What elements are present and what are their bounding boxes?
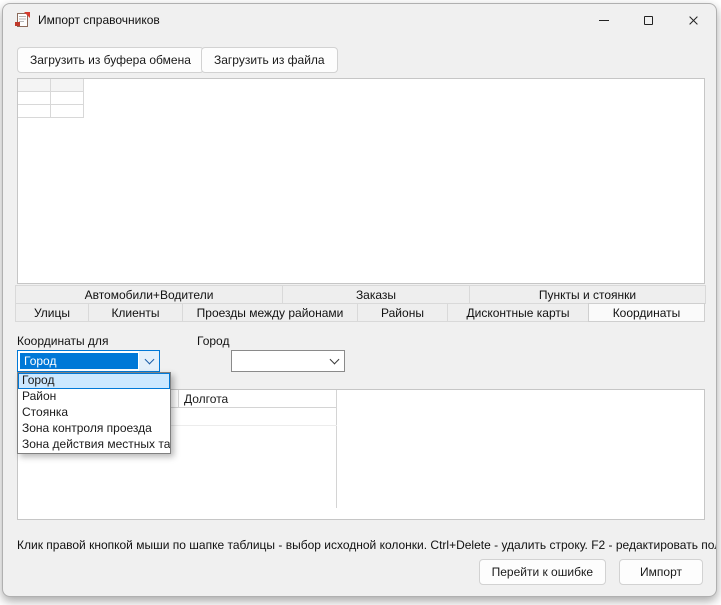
combo-dropdown-button[interactable] bbox=[324, 351, 344, 371]
tab-orders[interactable]: Заказы bbox=[282, 285, 470, 304]
tab-passages-between-districts[interactable]: Проезды между районами bbox=[182, 303, 358, 322]
import-button[interactable]: Импорт bbox=[619, 559, 703, 585]
grid-cell bbox=[18, 92, 51, 105]
tab-districts[interactable]: Районы bbox=[357, 303, 448, 322]
maximize-icon bbox=[644, 16, 653, 25]
close-icon bbox=[688, 15, 699, 26]
goto-error-button[interactable]: Перейти к ошибке bbox=[479, 559, 606, 585]
hint-text: Клик правой кнопкой мыши по шапке таблиц… bbox=[17, 538, 707, 552]
coordinates-for-selected-value: Город bbox=[20, 353, 138, 369]
import-dictionaries-dialog: Импорт справочников Загрузить из буфера … bbox=[2, 3, 717, 597]
grid-cell bbox=[18, 79, 51, 92]
coordinates-for-dropdown-list: Город Район Стоянка Зона контроля проезд… bbox=[17, 372, 171, 454]
minimize-icon bbox=[599, 20, 609, 21]
coordinates-for-combobox[interactable]: Город bbox=[17, 350, 160, 372]
city-combobox[interactable] bbox=[231, 350, 345, 372]
tab-cars-drivers[interactable]: Автомобили+Водители bbox=[15, 285, 283, 304]
tab-streets[interactable]: Улицы bbox=[15, 303, 89, 322]
titlebar[interactable]: Импорт справочников bbox=[3, 4, 716, 36]
grid-cell bbox=[51, 92, 84, 105]
chevron-down-icon bbox=[329, 355, 339, 365]
tab-strip-row-1: Автомобили+Водители Заказы Пункты и стоя… bbox=[15, 285, 706, 304]
dropdown-item-district[interactable]: Район bbox=[18, 389, 170, 405]
chevron-down-icon bbox=[144, 355, 154, 365]
load-from-clipboard-button[interactable]: Загрузить из буфера обмена bbox=[17, 47, 204, 73]
dropdown-item-local-tariffs-zone[interactable]: Зона действия местных тар bbox=[18, 437, 170, 453]
dropdown-item-city[interactable]: Город bbox=[18, 373, 170, 389]
maximize-button[interactable] bbox=[626, 4, 671, 36]
grid-cell bbox=[51, 105, 84, 118]
window-title: Импорт справочников bbox=[38, 13, 160, 27]
minimize-button[interactable] bbox=[581, 4, 626, 36]
source-data-grid[interactable] bbox=[17, 78, 705, 284]
coordinates-for-label: Координаты для bbox=[17, 334, 108, 348]
tab-coordinates[interactable]: Координаты bbox=[588, 303, 705, 322]
dropdown-item-passage-control-zone[interactable]: Зона контроля проезда bbox=[18, 421, 170, 437]
city-label: Город bbox=[197, 334, 229, 348]
combo-dropdown-button[interactable] bbox=[139, 351, 159, 371]
grid-cell bbox=[51, 79, 84, 92]
tab-points-parkings[interactable]: Пункты и стоянки bbox=[469, 285, 706, 304]
grid-cell bbox=[18, 105, 51, 118]
longitude-column-header[interactable]: Долгота bbox=[178, 390, 337, 408]
tab-discount-cards[interactable]: Дисконтные карты bbox=[447, 303, 589, 322]
tab-strip-row-2: Улицы Клиенты Проезды между районами Рай… bbox=[15, 303, 706, 322]
load-from-file-button[interactable]: Загрузить из файла bbox=[201, 47, 338, 73]
dropdown-item-parking[interactable]: Стоянка bbox=[18, 405, 170, 421]
import-document-icon bbox=[14, 12, 30, 28]
close-button[interactable] bbox=[671, 4, 716, 36]
tab-clients[interactable]: Клиенты bbox=[88, 303, 183, 322]
window-controls bbox=[581, 4, 716, 36]
empty-grid-cells bbox=[18, 79, 84, 118]
